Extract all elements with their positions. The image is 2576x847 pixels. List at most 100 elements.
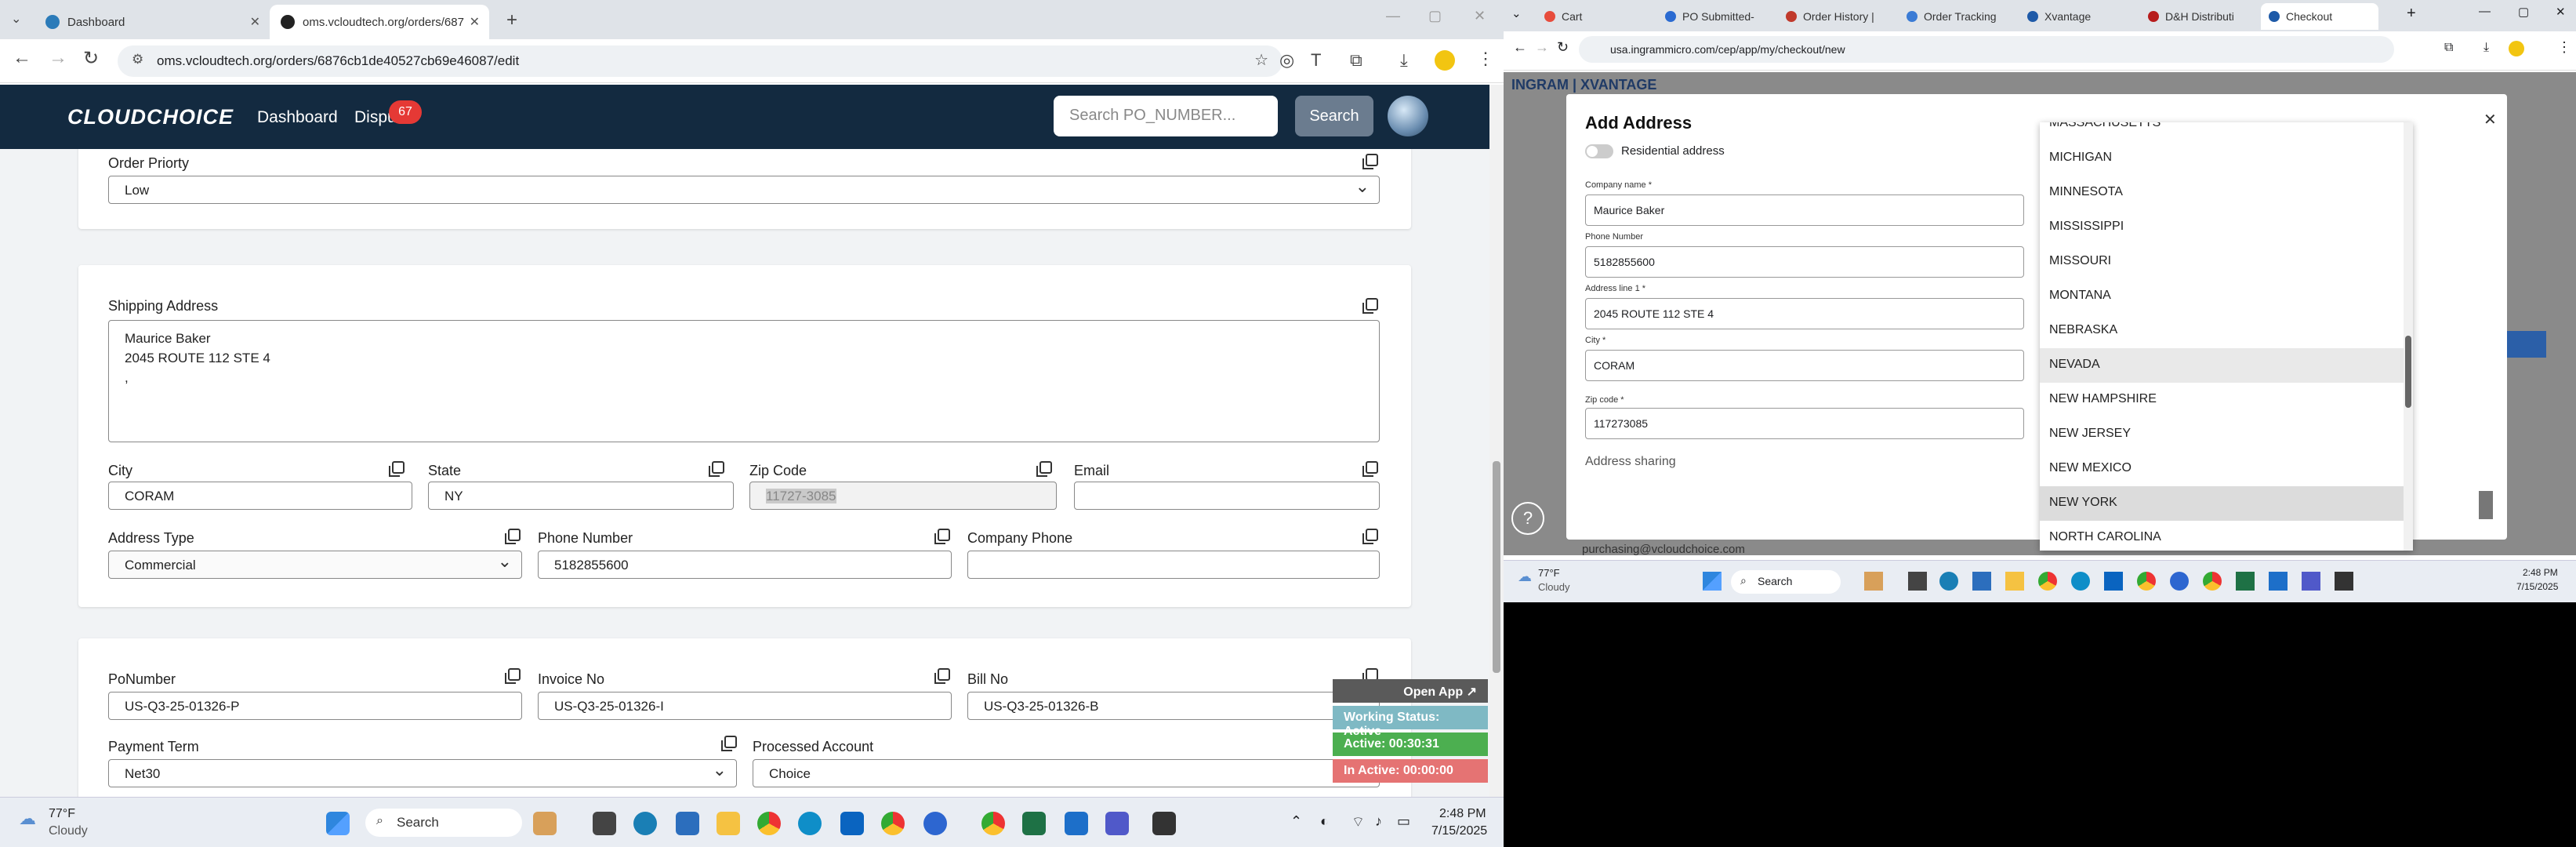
tray-app-icon[interactable]: ◐ [1320,813,1329,830]
state-option-hovered[interactable]: NEVADA [2040,348,2413,383]
chrome-alt-icon[interactable] [2203,572,2222,591]
weather-icon[interactable]: ☁ [1518,569,1532,585]
order-priority-select[interactable]: Low [108,176,1380,204]
widget-icon[interactable] [533,812,557,835]
extensions-icon[interactable]: ⧉ [1350,50,1362,71]
scrollbar-thumb[interactable] [1493,461,1500,673]
tab-dashboard[interactable]: Dashboard ✕ [34,5,270,39]
chrome-alt-icon[interactable] [981,812,1005,835]
chrome-icon[interactable] [757,812,781,835]
search-button[interactable]: Search [1295,96,1373,136]
address-input[interactable]: 2045 ROUTE 112 STE 4 [1585,298,2024,329]
edge-icon[interactable] [1939,572,1958,591]
chrome-profile-icon[interactable] [2137,572,2156,591]
copy-icon[interactable] [1036,461,1052,477]
city-input[interactable]: CORAM [1585,350,2024,381]
new-tab-icon[interactable]: + [506,9,517,31]
outlook-icon[interactable] [840,812,864,835]
invoice-input[interactable]: US-Q3-25-01326-I [538,692,952,720]
outlook-icon[interactable] [2104,572,2123,591]
clock-time[interactable]: 2:48 PM [2523,567,2558,578]
state-option[interactable]: NEW MEXICO [2040,452,2413,486]
edge-icon[interactable] [633,812,657,835]
windows-start-icon[interactable] [1703,572,1722,591]
translate-icon[interactable]: ◎ [1279,50,1294,71]
windows-start-icon[interactable] [326,812,350,835]
task-view-icon[interactable] [1908,572,1927,591]
zip-input[interactable]: 117273085 [1585,408,2024,439]
state-option[interactable]: MONTANA [2040,279,2413,314]
taskbar-search[interactable]: ⌕ Search [1731,570,1841,594]
tab-order-edit[interactable]: oms.vcloudtech.org/orders/687 ✕ [270,5,489,39]
user-avatar[interactable] [1388,96,1428,136]
app-logo[interactable]: CLOUDCHOICE [67,105,234,129]
forward-icon[interactable]: → [1535,39,1549,56]
close-window-icon[interactable]: ✕ [2556,5,2566,19]
copy-icon[interactable] [505,668,521,684]
po-number-input[interactable]: US-Q3-25-01326-P [108,692,522,720]
chrome-profile-icon[interactable] [881,812,905,835]
zip-input[interactable]: 11727-3085 [749,482,1057,510]
teams-icon[interactable] [2302,572,2320,591]
edge-browser-icon[interactable] [798,812,822,835]
taskbar-search[interactable]: ⌕ Search [365,809,522,837]
tab-dh[interactable]: D&H Distributi [2140,3,2258,30]
copy-icon[interactable] [505,529,521,544]
reload-icon[interactable]: ↻ [1557,39,1569,56]
sticky-notes-icon[interactable] [2335,572,2353,591]
close-icon[interactable]: ✕ [2483,110,2497,129]
minimize-icon[interactable]: — [2479,5,2491,18]
state-option[interactable]: MASSACHUSETTS [2040,122,2413,141]
email-input[interactable] [1074,482,1380,510]
open-app-button[interactable]: Open App ↗ [1333,679,1488,703]
payment-term-select[interactable]: Net30 [108,759,737,787]
forward-icon[interactable]: → [49,47,67,69]
download-icon[interactable]: ⤓ [1400,50,1408,71]
copy-icon[interactable] [1362,461,1378,477]
tray-chevron-icon[interactable]: ⌃ [1290,813,1302,830]
modal-button[interactable] [2479,491,2493,519]
copy-icon[interactable] [1362,529,1378,544]
file-explorer-icon[interactable] [2005,572,2024,591]
processed-account-select[interactable]: Choice [753,759,1380,787]
profile-icon[interactable] [1435,50,1455,71]
minimize-icon[interactable]: — [1386,8,1400,24]
copy-icon[interactable] [389,461,405,477]
weather-icon[interactable]: ☁ [19,809,36,829]
file-explorer-icon[interactable] [717,812,740,835]
state-input[interactable]: NY [428,482,734,510]
clock-date[interactable]: 7/15/2025 [2516,581,2558,592]
sticky-notes-icon[interactable] [1152,812,1176,835]
site-info-icon[interactable]: ⚙ [132,52,143,67]
excel-icon[interactable] [2236,572,2255,591]
app-icon[interactable] [2269,572,2288,591]
calculator-icon[interactable] [1972,572,1991,591]
tab-xvantage[interactable]: Xvantage [2019,3,2137,30]
zoom-icon[interactable] [923,812,947,835]
tab-po-submitted[interactable]: PO Submitted- [1657,3,1775,30]
tab-cart[interactable]: Cart [1537,3,1654,30]
copy-icon[interactable] [1362,298,1378,314]
maximize-icon[interactable]: ▢ [1428,8,1442,24]
state-option[interactable]: NEW JERSEY [2040,417,2413,452]
task-view-icon[interactable] [593,812,616,835]
state-option[interactable]: NEW HAMPSHIRE [2040,383,2413,417]
tab-order-history[interactable]: Order History | [1778,3,1896,30]
close-window-icon[interactable]: ✕ [1474,8,1486,24]
dropdown-scrollbar[interactable] [2404,122,2413,551]
tab-menu-icon[interactable]: ⌄ [1511,6,1522,20]
copy-icon[interactable] [721,736,737,751]
help-icon[interactable]: ? [1511,502,1544,535]
chrome-icon[interactable] [2038,572,2057,591]
phone-input[interactable]: 5182855600 [538,551,952,579]
calculator-icon[interactable] [676,812,699,835]
url-field[interactable]: ⚙ oms.vcloudtech.org/orders/6876cb1de405… [118,45,1283,77]
tab-order-tracking[interactable]: Order Tracking [1899,3,2016,30]
widget-icon[interactable] [1864,572,1883,591]
wifi-icon[interactable]: ⌔ [1351,813,1365,831]
city-input[interactable]: CORAM [108,482,412,510]
tab-menu-icon[interactable]: ⌄ [11,11,21,27]
state-option-selected[interactable]: NEW YORK [2040,486,2413,521]
reader-icon[interactable]: T [1311,50,1321,71]
nav-dashboard[interactable]: Dashboard [257,108,338,127]
